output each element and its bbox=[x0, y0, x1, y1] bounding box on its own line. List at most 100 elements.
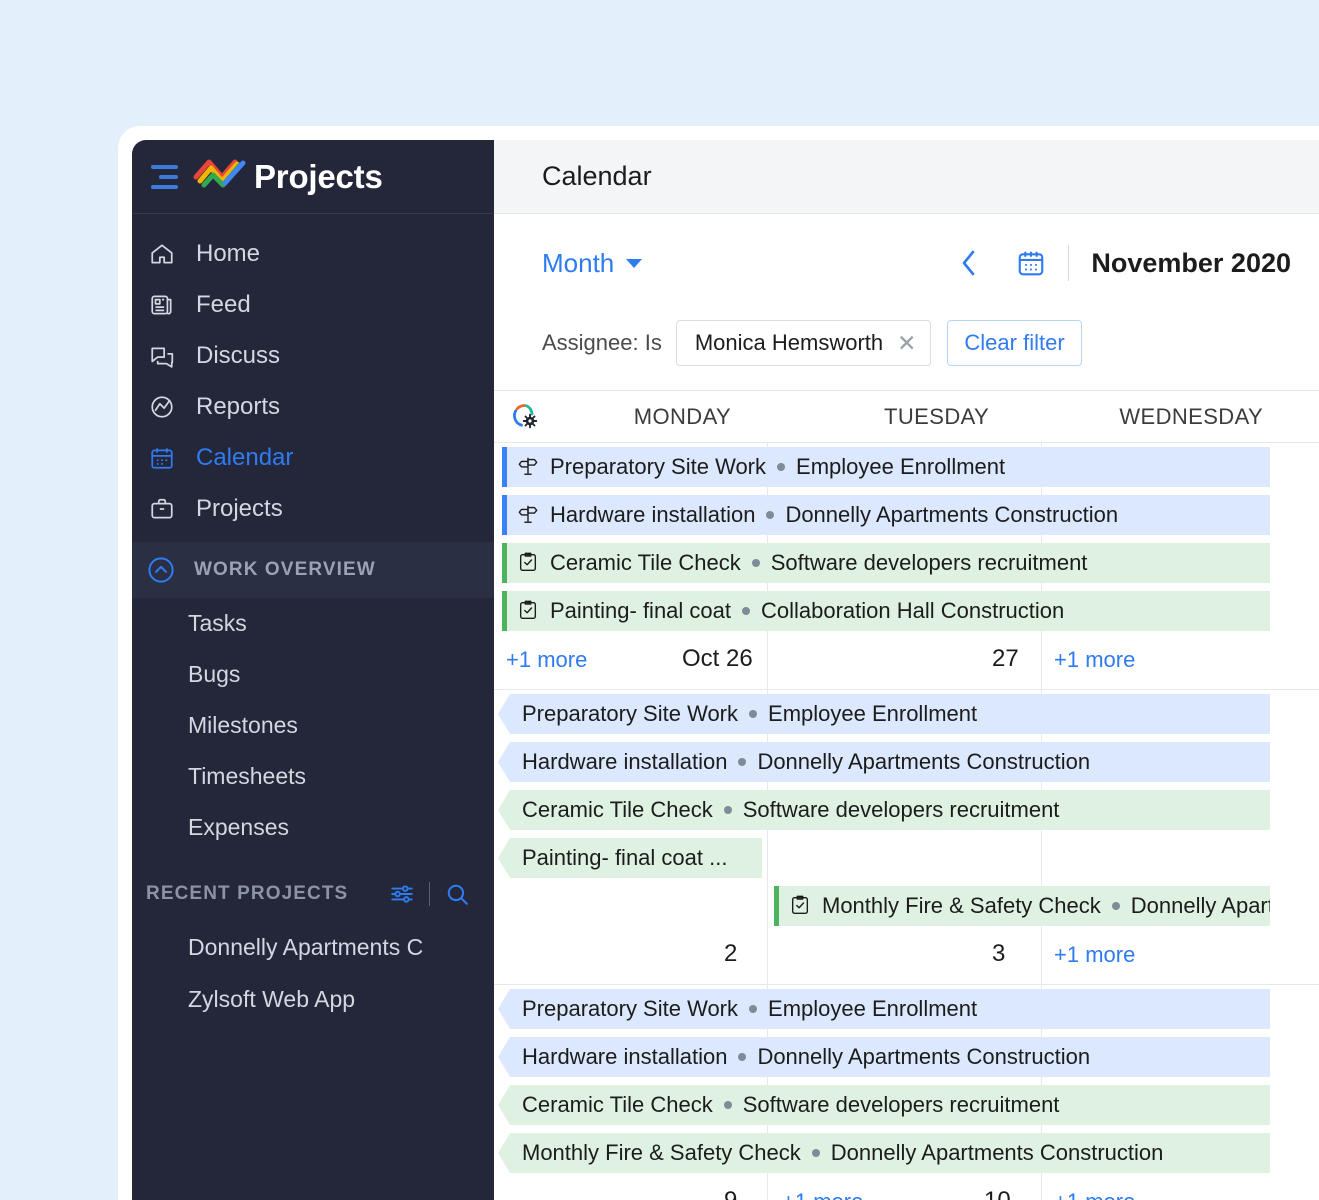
sidebar-item-timesheets[interactable]: Timesheets bbox=[132, 751, 494, 802]
event-separator-dot bbox=[1112, 902, 1120, 910]
calendar-event[interactable]: Ceramic Tile Check Software developers re… bbox=[502, 543, 1270, 583]
search-icon[interactable] bbox=[444, 881, 470, 907]
date-number[interactable]: 27 bbox=[992, 645, 1019, 673]
recent-projects-label: RECENT PROJECTS bbox=[146, 883, 379, 905]
sidebar-item-discuss[interactable]: Discuss bbox=[132, 330, 494, 381]
brand-title: Projects bbox=[254, 158, 383, 196]
calendar-event[interactable]: Monthly Fire & Safety CheckDonnelly Apar… bbox=[774, 886, 1270, 926]
calendar-event[interactable]: Preparatory Site WorkEmployee Enrollment bbox=[502, 447, 1270, 487]
calendar-event[interactable]: Ceramic Tile CheckSoftware developers re… bbox=[498, 790, 1270, 830]
assignee-filter-chip[interactable]: Monica Hemsworth ✕ bbox=[676, 320, 932, 366]
main-content: Calendar Month bbox=[494, 140, 1319, 1200]
calendar-event[interactable]: Hardware installationDonnelly Apartments… bbox=[498, 742, 1270, 782]
month-navigation: November 2020 bbox=[956, 245, 1291, 281]
recent-project-item[interactable]: Donnelly Apartments C bbox=[132, 921, 494, 973]
sidebar-item-label: Projects bbox=[196, 495, 283, 523]
sidebar-item-home[interactable]: Home bbox=[132, 228, 494, 279]
clear-filter-button[interactable]: Clear filter bbox=[947, 320, 1081, 366]
caret-down-icon bbox=[626, 259, 642, 268]
calendar-event[interactable]: Preparatory Site WorkEmployee Enrollment bbox=[498, 694, 1270, 734]
event-title: Hardware installation bbox=[522, 749, 727, 775]
recent-projects-header: RECENT PROJECTS bbox=[132, 867, 494, 921]
more-events-link[interactable]: +1 more bbox=[1054, 942, 1135, 968]
sidebar-item-projects[interactable]: Projects bbox=[132, 483, 494, 534]
task-icon bbox=[789, 894, 813, 918]
sidebar-nav: Home Feed bbox=[132, 214, 494, 534]
more-events-link[interactable]: +1 more bbox=[782, 1189, 863, 1200]
more-events-link[interactable]: +1 more bbox=[506, 647, 587, 673]
date-number[interactable]: 2 bbox=[724, 940, 737, 968]
event-row: Hardware installationDonnelly Apartments… bbox=[494, 738, 1319, 786]
recent-project-label: Zylsoft Web App bbox=[188, 986, 355, 1013]
event-row: Preparatory Site WorkEmployee Enrollment bbox=[494, 443, 1319, 491]
event-title: Preparatory Site Work bbox=[550, 454, 766, 480]
sidebar-item-expenses[interactable]: Expenses bbox=[132, 802, 494, 853]
sidebar-item-tasks[interactable]: Tasks bbox=[132, 598, 494, 649]
filter-label: Assignee: Is bbox=[542, 330, 662, 356]
event-separator-dot bbox=[766, 511, 774, 519]
calendar-icon bbox=[146, 444, 178, 472]
sidebar-item-bugs[interactable]: Bugs bbox=[132, 649, 494, 700]
event-separator-dot bbox=[738, 1053, 746, 1061]
event-title: Monthly Fire & Safety Check bbox=[522, 1140, 801, 1166]
event-project: Employee Enrollment bbox=[768, 996, 977, 1022]
date-number[interactable]: Oct 26 bbox=[682, 645, 753, 673]
more-events-link[interactable]: +1 more bbox=[1054, 647, 1135, 673]
day-header-wednesday: WEDNESDAY bbox=[1063, 404, 1319, 430]
date-number[interactable]: 9 bbox=[724, 1187, 737, 1200]
event-separator-dot bbox=[812, 1149, 820, 1157]
sidebar-item-milestones[interactable]: Milestones bbox=[132, 700, 494, 751]
event-title: Hardware installation bbox=[522, 1044, 727, 1070]
date-number[interactable]: 10 bbox=[984, 1187, 1011, 1200]
sidebar: Projects Home bbox=[132, 140, 494, 1200]
view-select[interactable]: Month bbox=[542, 248, 642, 279]
calendar-event[interactable]: Painting- final coat ... bbox=[498, 838, 762, 878]
event-separator-dot bbox=[724, 1101, 732, 1109]
view-select-label: Month bbox=[542, 248, 614, 279]
sliders-icon[interactable] bbox=[389, 881, 415, 907]
more-events-link[interactable]: +1 more bbox=[1054, 1189, 1135, 1200]
calendar-toolbar: Month bbox=[494, 214, 1319, 312]
event-project: Software developers recruitment bbox=[771, 550, 1088, 576]
double-check-logo bbox=[192, 156, 246, 198]
event-title: Ceramic Tile Check bbox=[550, 550, 741, 576]
hamburger-icon[interactable] bbox=[146, 165, 178, 189]
calendar-event[interactable]: Hardware installationDonnelly Apartments… bbox=[502, 495, 1270, 535]
sidebar-item-label: Calendar bbox=[196, 444, 293, 472]
chevron-left-icon[interactable] bbox=[956, 246, 982, 280]
event-separator-dot bbox=[777, 463, 785, 471]
event-title: Ceramic Tile Check bbox=[522, 1092, 713, 1118]
milestone-icon bbox=[517, 503, 541, 527]
sidebar-item-calendar[interactable]: Calendar bbox=[132, 432, 494, 483]
event-project: Donnelly Apartments Construction bbox=[757, 1044, 1090, 1070]
sidebar-item-reports[interactable]: Reports bbox=[132, 381, 494, 432]
calendar-picker-icon[interactable] bbox=[1016, 248, 1046, 278]
event-title: Ceramic Tile Check bbox=[522, 797, 713, 823]
event-row: Preparatory Site WorkEmployee Enrollment bbox=[494, 985, 1319, 1033]
event-separator-dot bbox=[738, 758, 746, 766]
calendar-event[interactable]: Painting- final coatCollaboration Hall C… bbox=[502, 591, 1270, 631]
clear-filter-label: Clear filter bbox=[964, 330, 1064, 356]
calendar-event[interactable]: Ceramic Tile CheckSoftware developers re… bbox=[498, 1085, 1270, 1125]
event-project: Collaboration Hall Construction bbox=[761, 598, 1064, 624]
discuss-icon bbox=[146, 342, 178, 370]
calendar-week-row: Preparatory Site WorkEmployee Enrollment… bbox=[494, 442, 1319, 689]
milestone-icon bbox=[517, 455, 541, 479]
calendar-event[interactable]: Hardware installation Donnelly Apartments… bbox=[498, 1037, 1270, 1077]
work-overview-header[interactable]: WORK OVERVIEW bbox=[132, 542, 494, 598]
date-number[interactable]: 3 bbox=[992, 940, 1005, 968]
filter-bar: Assignee: Is Monica Hemsworth ✕ Clear fi… bbox=[494, 312, 1319, 374]
recent-project-item[interactable]: Zylsoft Web App bbox=[132, 973, 494, 1025]
sidebar-item-label: Home bbox=[196, 240, 260, 268]
calendar-event[interactable]: Preparatory Site WorkEmployee Enrollment bbox=[498, 989, 1270, 1029]
calendar-settings-icon[interactable] bbox=[494, 400, 555, 434]
date-row: 9 +1 more 10 +1 more bbox=[494, 1177, 1319, 1200]
sidebar-item-feed[interactable]: Feed bbox=[132, 279, 494, 330]
calendar-event[interactable]: Monthly Fire & Safety CheckDonnelly Apar… bbox=[498, 1133, 1270, 1173]
calendar-week-row: Preparatory Site WorkEmployee Enrollment… bbox=[494, 984, 1319, 1200]
toolbar-divider bbox=[429, 882, 430, 906]
close-icon[interactable]: ✕ bbox=[897, 330, 916, 357]
date-row: +1 more Oct 26 27 +1 more bbox=[494, 635, 1319, 689]
event-separator-dot bbox=[752, 559, 760, 567]
work-overview-label: WORK OVERVIEW bbox=[194, 559, 376, 581]
